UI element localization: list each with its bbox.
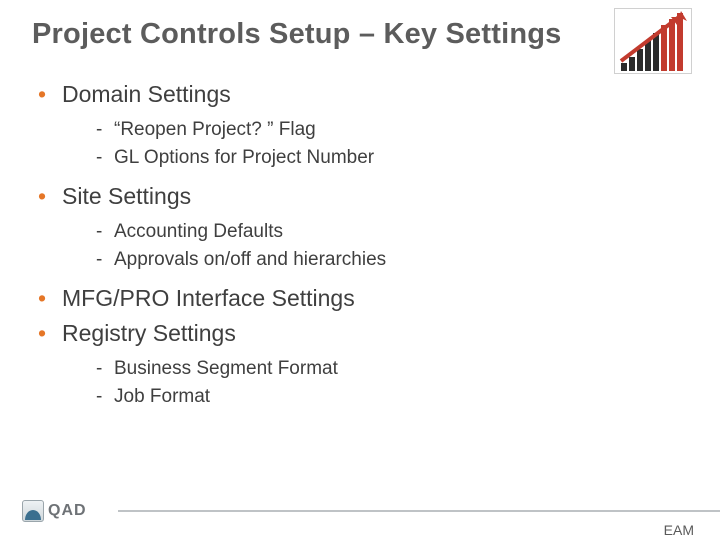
brand-logo: QAD [22, 500, 87, 522]
brand-text: QAD [48, 502, 87, 520]
brand-mark-icon [22, 500, 44, 522]
bullet-mfgpro-interface: MFG/PRO Interface Settings [32, 283, 688, 314]
bullet-label: MFG/PRO Interface Settings [62, 285, 355, 311]
sub-item: GL Options for Project Number [62, 144, 688, 172]
sub-item: Accounting Defaults [62, 218, 688, 246]
bullet-label: Domain Settings [62, 81, 231, 107]
slide-title: Project Controls Setup – Key Settings [32, 18, 688, 51]
sub-item: “Reopen Project? ” Flag [62, 116, 688, 144]
bullet-label: Site Settings [62, 183, 191, 209]
footer: QAD [0, 498, 720, 522]
sub-list: “Reopen Project? ” Flag GL Options for P… [62, 116, 688, 171]
bullet-registry-settings: Registry Settings Business Segment Forma… [32, 318, 688, 410]
sub-item: Job Format [62, 383, 688, 411]
slide: Project Controls Setup – Key Settings Do… [0, 0, 720, 540]
bullet-list: Domain Settings “Reopen Project? ” Flag … [32, 79, 688, 410]
corner-label: EAM [664, 522, 694, 538]
sub-list: Business Segment Format Job Format [62, 355, 688, 410]
bullet-label: Registry Settings [62, 320, 236, 346]
bullet-site-settings: Site Settings Accounting Defaults Approv… [32, 181, 688, 273]
bullet-domain-settings: Domain Settings “Reopen Project? ” Flag … [32, 79, 688, 171]
sub-list: Accounting Defaults Approvals on/off and… [62, 218, 688, 273]
bar-chart-icon [614, 8, 692, 74]
sub-item: Business Segment Format [62, 355, 688, 383]
footer-divider [118, 510, 720, 512]
content-area: Domain Settings “Reopen Project? ” Flag … [32, 75, 688, 420]
sub-item: Approvals on/off and hierarchies [62, 246, 688, 274]
